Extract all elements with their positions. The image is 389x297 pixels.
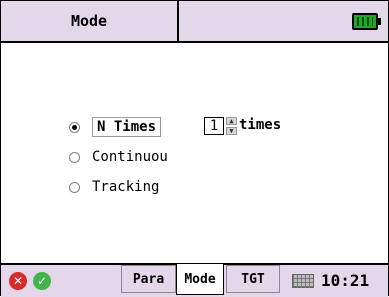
option-n-times[interactable]: N Times bbox=[69, 117, 162, 137]
bottom-toolbar: ✕ ✓ Para Mode TGT 10:21 bbox=[1, 263, 388, 297]
option-n-times-label: N Times bbox=[92, 117, 162, 137]
spin-down-icon[interactable]: ▼ bbox=[226, 127, 237, 135]
tab-mode[interactable]: Mode bbox=[176, 263, 224, 295]
header-bar: Mode bbox=[1, 1, 388, 43]
option-tracking[interactable]: Tracking bbox=[69, 179, 159, 195]
header-status-area bbox=[179, 1, 388, 41]
page-title: Mode bbox=[1, 1, 179, 41]
tab-tgt[interactable]: TGT bbox=[226, 265, 280, 293]
check-icon[interactable]: ✓ bbox=[33, 272, 51, 290]
close-icon[interactable]: ✕ bbox=[9, 272, 27, 290]
times-unit-label: times bbox=[239, 117, 282, 133]
option-continuous[interactable]: Continuou bbox=[69, 149, 168, 165]
radio-tracking[interactable] bbox=[69, 181, 80, 193]
radio-n-times[interactable] bbox=[69, 121, 80, 133]
keyboard-icon[interactable] bbox=[292, 274, 314, 288]
app-window: Mode N Times 1 ▲ ▼ times Continuou Track… bbox=[0, 0, 389, 297]
tab-para[interactable]: Para bbox=[121, 265, 176, 293]
radio-continuous[interactable] bbox=[69, 151, 80, 163]
clock-time: 10:21 bbox=[321, 271, 370, 290]
spin-up-icon[interactable]: ▲ bbox=[226, 117, 237, 125]
option-tracking-label: Tracking bbox=[92, 179, 160, 195]
times-count-field[interactable]: 1 bbox=[204, 117, 224, 135]
times-spinner[interactable]: ▲ ▼ bbox=[226, 117, 237, 135]
battery-icon bbox=[352, 13, 381, 30]
option-continuous-label: Continuou bbox=[92, 149, 168, 165]
